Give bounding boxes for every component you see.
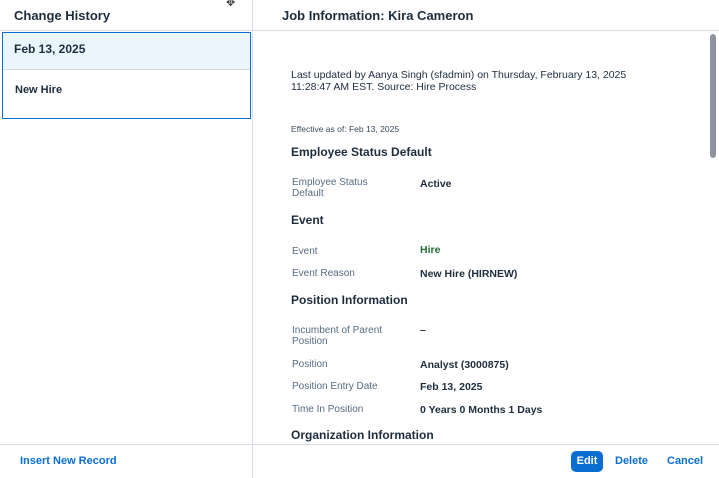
field-value-event: Hire [420, 244, 441, 256]
change-history-panel: Change History ✥ Feb 13, 2025 New Hire [0, 0, 253, 444]
scrollbar-thumb[interactable] [710, 34, 716, 158]
history-item-selected[interactable]: Feb 13, 2025 New Hire [2, 32, 251, 119]
field-label-line: Position [292, 336, 328, 347]
divider [0, 30, 252, 31]
delete-button[interactable]: Delete [615, 455, 648, 467]
effective-date: Effective as of: Feb 13, 2025 [291, 124, 400, 134]
field-value-time-in-position: 0 Years 0 Months 1 Days [420, 404, 543, 416]
change-history-dialog: Change History ✥ Feb 13, 2025 New Hire J… [0, 0, 719, 478]
field-label-employee-status: Employee Status Default [292, 177, 412, 199]
field-label-line: Incumbent of Parent [292, 325, 383, 336]
field-value-incumbent: – [420, 324, 426, 336]
scrollbar[interactable] [709, 34, 717, 442]
job-information-panel: Job Information: Kira Cameron Last updat… [253, 0, 719, 444]
section-title-employee-status: Employee Status Default [291, 145, 432, 159]
cancel-button[interactable]: Cancel [667, 455, 703, 467]
field-label-line: Employee Status [292, 177, 368, 188]
edit-button[interactable]: Edit [571, 451, 603, 472]
divider [253, 30, 719, 31]
history-item-event: New Hire [15, 84, 63, 96]
last-updated-line-2: 11:28:47 AM EST. Source: Hire Process [291, 81, 477, 93]
field-label-line: Default [292, 188, 324, 199]
history-item-date: Feb 13, 2025 [14, 42, 86, 56]
divider [252, 445, 253, 478]
last-updated-info: Last updated by Aanya Singh (sfadmin) on… [291, 69, 671, 93]
change-history-title: Change History [14, 8, 111, 23]
field-label-position-entry-date: Position Entry Date [292, 381, 378, 392]
field-label-event: Event [292, 246, 318, 257]
section-title-organization: Organization Information [291, 428, 434, 442]
history-item-date-row[interactable]: Feb 13, 2025 [3, 33, 250, 70]
field-label-position: Position [292, 359, 328, 370]
section-title-position: Position Information [291, 293, 408, 307]
field-label-incumbent: Incumbent of Parent Position [292, 325, 412, 347]
field-value-event-reason: New Hire (HIRNEW) [420, 268, 518, 280]
field-value-position-entry-date: Feb 13, 2025 [420, 381, 483, 393]
field-value-position: Analyst (3000875) [420, 359, 509, 371]
field-label-time-in-position: Time In Position [292, 404, 364, 415]
field-value-employee-status: Active [420, 178, 452, 190]
mouse-cursor-icon: ✥ [226, 0, 236, 9]
dialog-footer: Insert New Record Edit Delete Cancel [0, 444, 719, 478]
job-information-title: Job Information: Kira Cameron [282, 8, 474, 23]
field-label-event-reason: Event Reason [292, 268, 355, 279]
last-updated-line-1: Last updated by Aanya Singh (sfadmin) on… [291, 69, 627, 81]
section-title-event: Event [291, 213, 324, 227]
insert-new-record-button[interactable]: Insert New Record [20, 455, 117, 467]
